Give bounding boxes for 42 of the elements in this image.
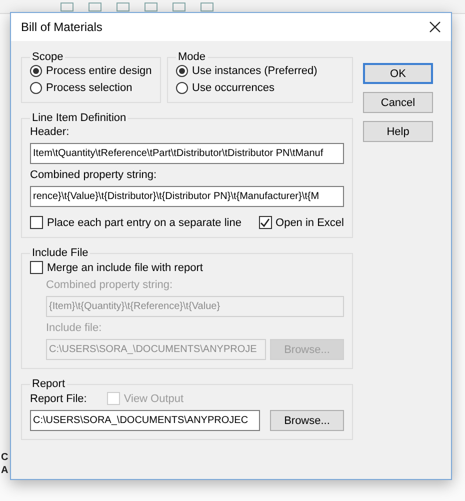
checkbox[interactable]: [258, 216, 272, 229]
radio-label: Use occurrences: [192, 82, 275, 94]
checkbox[interactable]: [30, 216, 43, 229]
toolbar-icon[interactable]: [88, 2, 102, 12]
toolbar-icon[interactable]: [116, 2, 130, 12]
field-label: Header:: [30, 126, 70, 138]
input-field[interactable]: C:\USERS\SORA_\DOCUMENTS\ANYPROJEC: [30, 410, 260, 431]
radio-label: Process selection: [46, 82, 132, 94]
input-field[interactable]: rence}\t{Value}\t{Distributor}\t{Distributor PN}\t{Manufacturer}\t{M: [30, 186, 344, 207]
checkbox-label: View Output: [124, 392, 184, 404]
radio-label: Process entire design: [46, 65, 152, 77]
toolbar-icon[interactable]: [60, 2, 74, 12]
toolbar-icon[interactable]: [172, 2, 186, 12]
field-label: Include file:: [46, 322, 103, 334]
group-title: Line Item Definition: [31, 112, 128, 124]
field-label: Report File:: [30, 392, 87, 404]
checkbox-label: Open in Excel: [276, 216, 344, 228]
close-icon[interactable]: [429, 21, 441, 33]
field-label: Combined property string:: [30, 169, 158, 181]
background-text: A: [1, 465, 8, 476]
toolbar-icon[interactable]: [144, 2, 158, 12]
dialog-button[interactable]: OK: [363, 63, 433, 84]
background-text: C: [1, 452, 8, 463]
radio-button[interactable]: [30, 82, 42, 94]
checkbox-label: Merge an include file with report: [47, 262, 203, 274]
radio-button[interactable]: [30, 65, 42, 77]
group-title: Include File: [31, 247, 90, 259]
radio-button[interactable]: [176, 82, 188, 94]
field-label: Combined property string:: [46, 279, 174, 291]
radio-label: Use instances (Preferred): [192, 65, 318, 77]
checkmark-icon: [260, 218, 270, 228]
browse-button[interactable]: Browse...: [270, 410, 344, 431]
dialog-button[interactable]: Cancel: [363, 92, 433, 113]
checkbox-label: Place each part entry on a separate line: [47, 216, 242, 228]
window-title: Bill of Materials: [21, 20, 102, 34]
input-field[interactable]: Item\tQuantity\tReference\tPart\tDistributor\tDistributor PN\tManuf: [30, 143, 344, 164]
toolbar-icon[interactable]: [200, 2, 214, 12]
radio-button[interactable]: [176, 65, 188, 77]
dialog-button[interactable]: Help: [363, 121, 433, 142]
group-title: Report: [31, 378, 66, 390]
group-title: Scope: [31, 51, 64, 63]
group-title: Mode: [177, 51, 207, 63]
